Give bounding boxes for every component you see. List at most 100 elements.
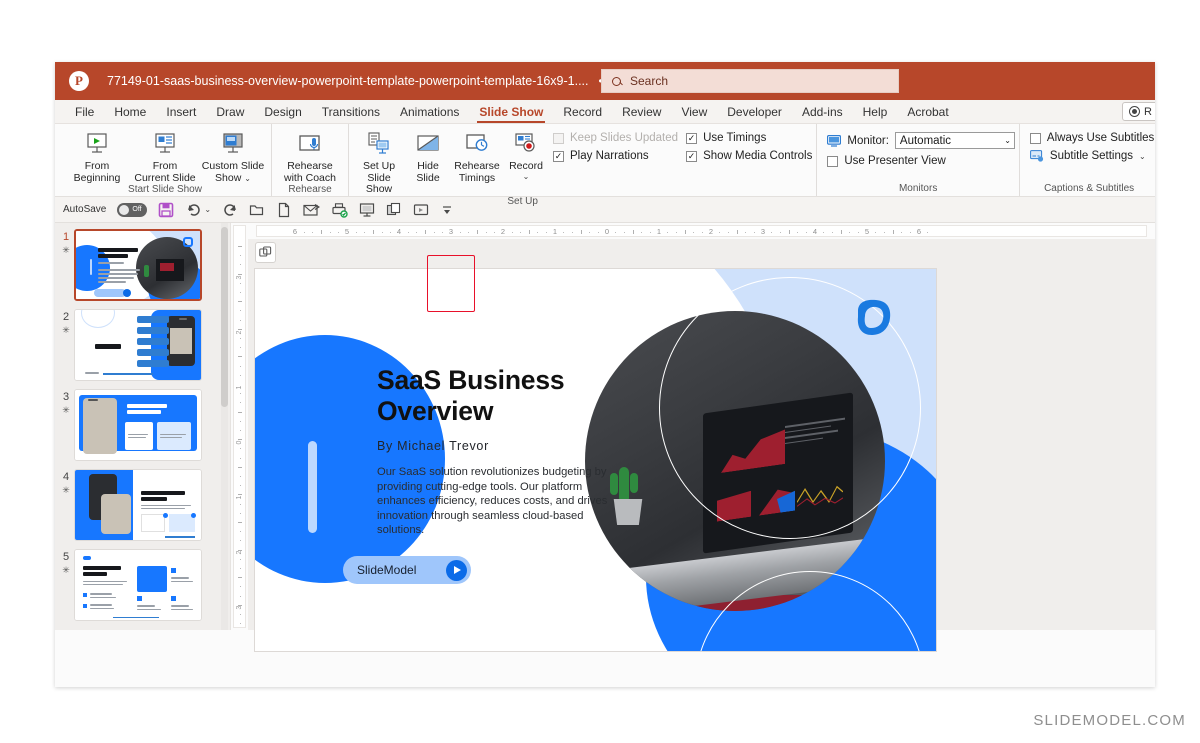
tab-view[interactable]: View <box>671 100 717 124</box>
record-button[interactable]: R <box>1122 102 1155 121</box>
hide-slide-label-line1: Hide <box>417 160 439 172</box>
vruler-tick-mark <box>239 512 241 514</box>
thumbnail-row[interactable]: 2 ✳ <box>55 309 230 381</box>
save-icon[interactable] <box>158 202 174 218</box>
hruler-tick-4r: 4 <box>812 227 818 236</box>
from-current-slide-button[interactable]: From Current Slide <box>131 126 199 184</box>
tab-review[interactable]: Review <box>612 100 671 124</box>
chevron-down-icon: ⌄ <box>1139 151 1146 161</box>
hruler-tick-mark <box>320 230 322 234</box>
thumbnail-row[interactable]: 1 ✳ <box>55 229 230 301</box>
monitor-select[interactable]: Automatic ⌄ <box>894 132 1015 149</box>
thumbnail-row[interactable]: 5 ✳ <box>55 549 230 621</box>
brand-square-logo-icon <box>850 297 894 339</box>
custom-slide-show-icon <box>220 130 246 158</box>
vruler-tick-mark <box>239 485 241 487</box>
slide-accent-bar <box>308 441 317 533</box>
tab-developer[interactable]: Developer <box>717 100 792 124</box>
thumbnail-slide-2[interactable] <box>74 309 202 381</box>
hruler-tick-mark <box>580 230 582 234</box>
slide-canvas-column: 6 5 4 3 2 1 0 1 2 3 4 5 6 SaaS Business … <box>248 223 1155 651</box>
search-input[interactable]: Search <box>601 69 899 93</box>
custom-slide-show-button[interactable]: Custom Slide Show ⌄ <box>199 126 267 184</box>
vruler-tick-mark <box>239 623 241 625</box>
hruler-tick-mark <box>736 230 738 234</box>
hruler-tick-mark <box>459 232 461 233</box>
slide-title[interactable]: SaaS Business Overview <box>377 365 667 427</box>
vruler-tick-mark <box>239 402 241 404</box>
tab-animations[interactable]: Animations <box>390 100 469 124</box>
play-narrations-checkbox[interactable]: ✓ Play Narrations <box>553 150 678 162</box>
tab-design[interactable]: Design <box>254 100 311 124</box>
thumbnail-slide-3[interactable] <box>74 389 202 461</box>
undo-icon[interactable] <box>185 202 201 218</box>
hruler-tick-mark <box>823 232 825 233</box>
undo-dropdown-icon[interactable]: ⌄ <box>204 205 211 214</box>
set-up-slide-show-button[interactable]: Set Up Slide Show <box>353 126 405 196</box>
slide-author[interactable]: By Michael Trevor <box>377 439 489 453</box>
tab-record[interactable]: Record <box>553 100 612 124</box>
record-slide-show-button[interactable]: Record ⌄ <box>503 126 549 180</box>
rehearse-with-coach-button[interactable]: Rehearse with Coach <box>276 126 344 184</box>
chevron-down-icon[interactable]: ⌄ <box>509 172 543 180</box>
checkbox-box <box>827 155 839 167</box>
tab-draw[interactable]: Draw <box>206 100 254 124</box>
thumbnail-slide-1[interactable] <box>74 229 202 301</box>
tab-slide-show[interactable]: Slide Show <box>469 100 553 124</box>
checkbox-box <box>1029 132 1041 144</box>
monitor-label: Monitor: <box>847 134 889 147</box>
hruler-tick-mark <box>407 232 409 233</box>
tab-file[interactable]: File <box>65 100 104 124</box>
tab-insert[interactable]: Insert <box>156 100 206 124</box>
layout-options-icon[interactable] <box>255 242 276 263</box>
autosave-toggle[interactable]: Off <box>117 202 148 217</box>
rehearse-timings-button[interactable]: Rehearse Timings <box>451 126 503 184</box>
thumbnail-slide-4[interactable] <box>74 469 202 541</box>
slide-canvas[interactable]: SaaS Business Overview By Michael Trevor… <box>248 239 1155 651</box>
checkbox-box-checked: ✓ <box>686 150 698 162</box>
subtitle-settings-button[interactable]: Subtitle Settings ⌄ <box>1030 150 1154 162</box>
thumbnail-scrollbar-thumb[interactable] <box>221 227 228 407</box>
hruler-tick-mark <box>684 230 686 234</box>
work-area: 1 ✳ 2 ✳ 3 ✳ 4 ✳ 5 ✳ 3 2 1 0 1 2 3 6 5 4 … <box>55 223 1155 651</box>
tab-add-ins[interactable]: Add-ins <box>792 100 853 124</box>
use-presenter-view-checkbox[interactable]: Use Presenter View <box>827 155 1015 167</box>
ribbon-group-label-captions-subtitles: Captions & Subtitles <box>1044 183 1135 194</box>
thumbnail-row[interactable]: 3 ✳ <box>55 389 230 461</box>
hruler-tick-mark <box>927 232 929 233</box>
slide-editor-surface[interactable]: SaaS Business Overview By Michael Trevor… <box>255 269 936 651</box>
captions-controls: Always Use Subtitles Subtitle Settings ⌄ <box>1029 126 1154 162</box>
vruler-tick-mark <box>239 595 241 597</box>
checkbox-box <box>553 132 564 144</box>
show-media-controls-checkbox[interactable]: ✓ Show Media Controls <box>686 150 812 162</box>
hruler-tick-mark <box>676 232 678 233</box>
tab-help[interactable]: Help <box>853 100 898 124</box>
slide-body-text[interactable]: Our SaaS solution revolutionizes budgeti… <box>377 465 622 538</box>
thumbnail-slide-5[interactable] <box>74 549 202 621</box>
tab-home[interactable]: Home <box>104 100 156 124</box>
hruler-tick-mark <box>416 232 418 233</box>
from-beginning-button[interactable]: From Beginning <box>63 126 131 184</box>
vertical-ruler: 3 2 1 0 1 2 3 <box>230 223 248 630</box>
hruler-tick-mark <box>831 232 833 233</box>
thumbnail-row[interactable]: 4 ✳ <box>55 469 230 541</box>
slidemodel-cta-button[interactable]: SlideModel <box>343 556 471 584</box>
vruler-tick-mark <box>239 393 241 395</box>
tab-acrobat[interactable]: Acrobat <box>897 100 958 124</box>
use-timings-checkbox[interactable]: ✓ Use Timings <box>686 132 812 144</box>
hruler-tick-mark <box>589 232 591 233</box>
set-up-checkbox-column-1: Keep Slides Updated ✓ Play Narrations <box>553 126 678 162</box>
keep-slides-updated-checkbox[interactable]: Keep Slides Updated <box>553 132 678 144</box>
hruler-tick-mark <box>624 232 626 233</box>
hruler-tick-mark <box>364 232 366 233</box>
thumbnail-number: 3 <box>62 391 70 403</box>
vruler-tick-mark <box>237 246 242 247</box>
hruler-tick-mark <box>753 232 755 233</box>
tab-transitions[interactable]: Transitions <box>312 100 390 124</box>
use-timings-label: Use Timings <box>703 132 767 144</box>
chevron-down-icon[interactable]: ⌄ <box>244 174 251 183</box>
slide-thumbnail-pane[interactable]: 1 ✳ 2 ✳ 3 ✳ 4 ✳ 5 ✳ <box>55 223 230 630</box>
vruler-tick-mark <box>239 374 241 376</box>
hide-slide-button[interactable]: Hide Slide <box>405 126 451 184</box>
always-use-subtitles-checkbox[interactable]: Always Use Subtitles <box>1029 132 1154 144</box>
